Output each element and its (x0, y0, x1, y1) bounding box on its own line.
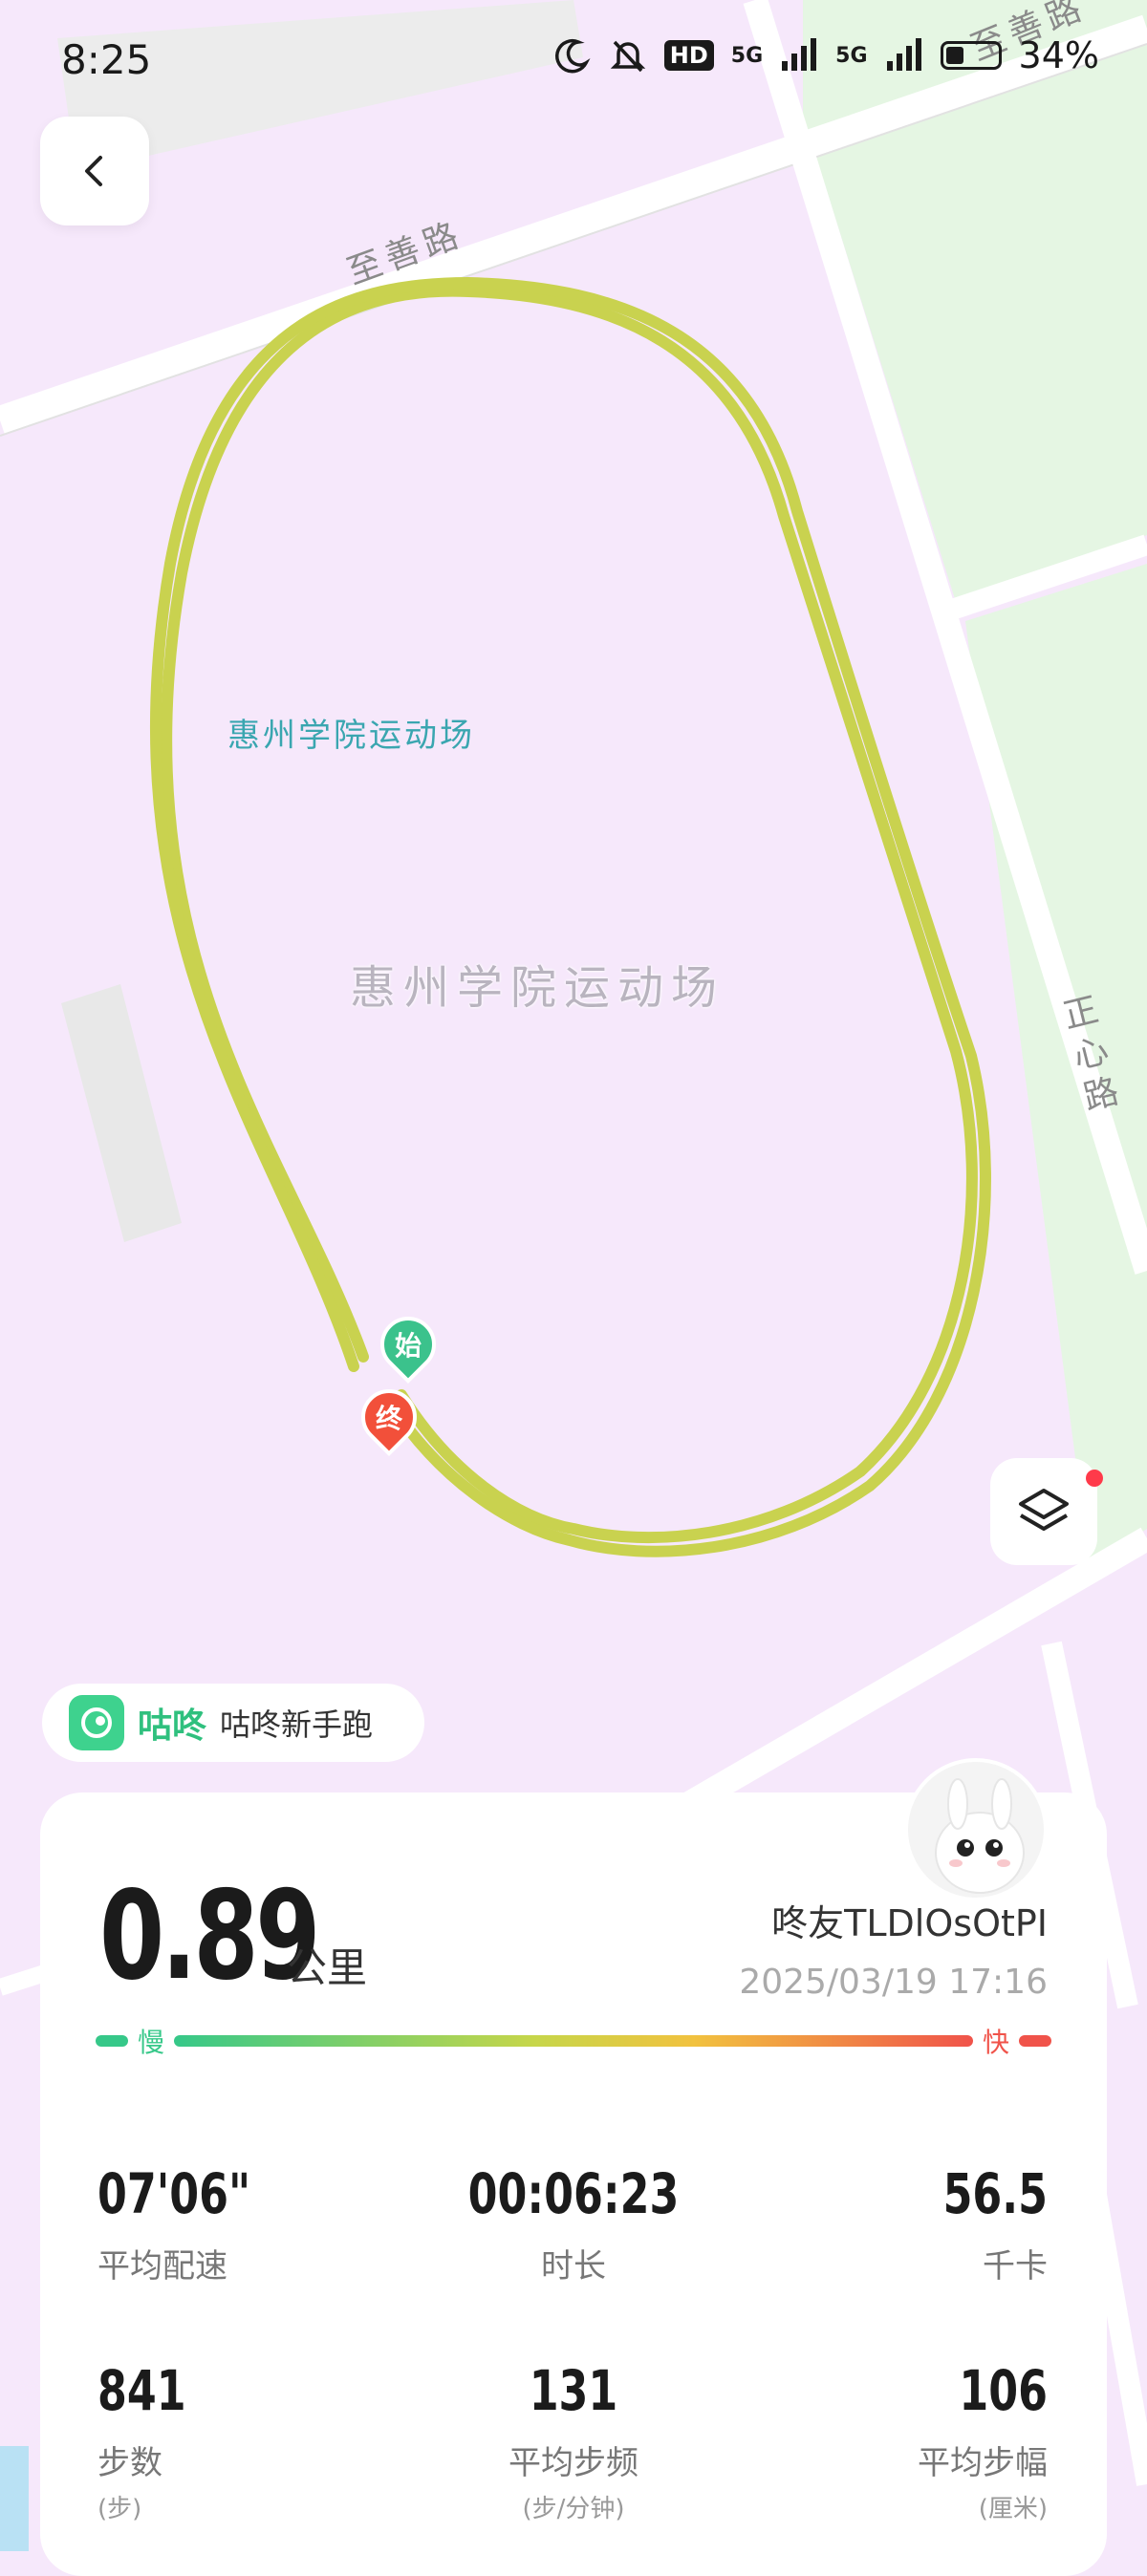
distance-value: 0.89 (99, 1865, 320, 2007)
stat-value: 131 (529, 2358, 618, 2423)
venue-label-big: 惠州学院运动场 (350, 961, 725, 1015)
run-datetime: 2025/03/19 17:16 (739, 1963, 1048, 2002)
hd-badge: HD (663, 40, 714, 71)
user-name: 咚友TLDlOsOtPI (771, 1902, 1048, 1944)
battery-percent: 34% (1018, 34, 1099, 76)
end-marker-label: 终 (375, 1403, 403, 1435)
stat-duration: 00:06:23 时长 (430, 2161, 717, 2286)
avatar[interactable] (904, 1758, 1048, 1901)
stat-value: 841 (97, 2358, 186, 2423)
bell-off-icon (610, 40, 645, 73)
app-subtitle: 咕咚新手跑 (220, 1707, 374, 1743)
stat-calories: 56.5 千卡 (799, 2161, 1048, 2286)
stat-value: 07'06" (97, 2161, 251, 2226)
stat-steps: 841 步数 (步) (97, 2358, 202, 2524)
pace-slow-label: 慢 (138, 2027, 165, 2058)
app-badge[interactable]: 咕咚 咕咚新手跑 (42, 1684, 424, 1762)
signal-icon (782, 38, 817, 71)
pace-slow-segment (96, 2035, 128, 2047)
layers-icon (1019, 1489, 1069, 1531)
app-name: 咕咚 (138, 1707, 207, 1746)
pace-legend-bar: 慢 快 (96, 2022, 1051, 2060)
stat-sub: (步) (97, 2495, 142, 2523)
map-layers-button[interactable] (990, 1458, 1097, 1565)
stat-sub: (步/分钟) (522, 2495, 625, 2523)
signal-icon-2 (886, 38, 921, 71)
battery-icon (940, 41, 1002, 70)
stat-label: 步数 (97, 2444, 162, 2482)
app-logo-icon (69, 1695, 124, 1750)
stat-value: 00:06:23 (467, 2161, 680, 2226)
signal-5g-2: 5G (835, 43, 868, 68)
stat-label: 平均配速 (97, 2247, 227, 2286)
stat-label: 平均步幅 (918, 2444, 1048, 2482)
stat-sub: (厘米) (978, 2495, 1048, 2523)
chevron-left-icon (85, 156, 102, 186)
venue-label-small: 惠州学院运动场 (227, 717, 475, 755)
pace-gradient (174, 2035, 973, 2047)
stat-label: 千卡 (983, 2247, 1048, 2286)
stat-value: 106 (959, 2358, 1048, 2423)
status-icons: HD 5G 5G 34% (553, 34, 1099, 76)
stat-label: 时长 (541, 2247, 606, 2286)
pace-fast-segment (1019, 2035, 1051, 2047)
back-button[interactable] (40, 117, 149, 225)
notification-dot (1086, 1470, 1103, 1487)
status-bar: 8:25 HD 5G 5G 34% (0, 0, 1147, 134)
stat-label: 平均步频 (509, 2444, 638, 2482)
stat-value: 56.5 (942, 2161, 1048, 2226)
distance-unit: 公里 (287, 1944, 368, 1991)
start-marker-label: 始 (394, 1330, 422, 1363)
stat-avg-pace: 07'06" 平均配速 (97, 2161, 277, 2286)
stat-stride: 106 平均步幅 (厘米) (799, 2358, 1048, 2524)
signal-5g-1: 5G (730, 43, 764, 68)
pace-fast-label: 快 (982, 2027, 1009, 2058)
stat-cadence: 131 平均步频 (步/分钟) (430, 2358, 717, 2524)
moon-icon (554, 38, 591, 74)
status-time: 8:25 (61, 36, 152, 83)
